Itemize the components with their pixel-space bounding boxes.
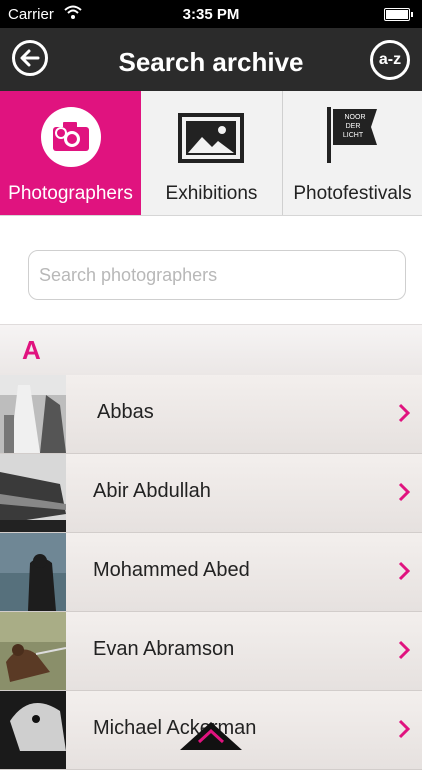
nav-header: Search archive a-z xyxy=(0,28,422,91)
photographer-name: Abbas xyxy=(97,401,154,423)
search-area xyxy=(0,216,422,324)
section-header: A xyxy=(0,324,422,376)
photographer-name: Michael Ackerman xyxy=(93,717,257,739)
list-item[interactable]: Abbas xyxy=(0,375,422,454)
chevron-right-icon xyxy=(398,719,410,739)
picture-frame-icon xyxy=(178,113,244,163)
photographer-name: Evan Abramson xyxy=(93,638,235,660)
list-item[interactable]: Abir Abdullah xyxy=(0,454,422,533)
page-title: Search archive xyxy=(118,47,304,77)
list-item[interactable]: Mohammed Abed xyxy=(0,533,422,612)
photographer-thumbnail xyxy=(0,612,66,690)
photographer-thumbnail xyxy=(0,375,66,453)
chevron-right-icon xyxy=(398,403,410,423)
photographer-thumbnail xyxy=(0,454,66,532)
battery-icon xyxy=(384,8,413,21)
photographer-name: Abir Abdullah xyxy=(93,480,211,502)
photographer-thumbnail xyxy=(0,533,66,611)
alphabetical-index-button[interactable]: a-z xyxy=(370,40,410,80)
section-letter: A xyxy=(22,335,41,365)
flag-text-line: NOOR xyxy=(345,114,366,121)
photographer-list: Abbas Abir Abdullah Mohammed Abed Evan A… xyxy=(0,375,422,770)
photographer-name: Mohammed Abed xyxy=(93,559,250,581)
tab-photographers[interactable]: Photographers xyxy=(0,91,141,215)
flag-text-line: LICHT xyxy=(343,132,364,139)
clock: 3:35 PM xyxy=(182,6,240,23)
tab-label: Exhibitions xyxy=(165,183,258,204)
flag-text-line: DER xyxy=(346,123,361,130)
camera-icon xyxy=(41,107,101,167)
search-input[interactable] xyxy=(28,250,406,300)
noorderlicht-flag-icon: NOOR DER LICHT xyxy=(327,107,377,163)
tab-exhibitions[interactable]: Exhibitions xyxy=(141,91,282,215)
chevron-right-icon xyxy=(398,482,410,502)
tab-label: Photographers xyxy=(8,183,133,204)
list-item[interactable]: Michael Ackerman xyxy=(0,691,422,770)
category-tabs: Photographers Exhibitions NOOR DER LICHT… xyxy=(0,91,422,216)
chevron-right-icon xyxy=(398,640,410,660)
tab-label: Photofestivals xyxy=(293,183,412,204)
photographer-thumbnail xyxy=(0,691,66,769)
status-bar: Carrier 3:35 PM xyxy=(0,0,422,28)
list-item[interactable]: Evan Abramson xyxy=(0,612,422,691)
tab-photofestivals[interactable]: NOOR DER LICHT Photofestivals xyxy=(282,91,422,215)
chevron-right-icon xyxy=(398,561,410,581)
